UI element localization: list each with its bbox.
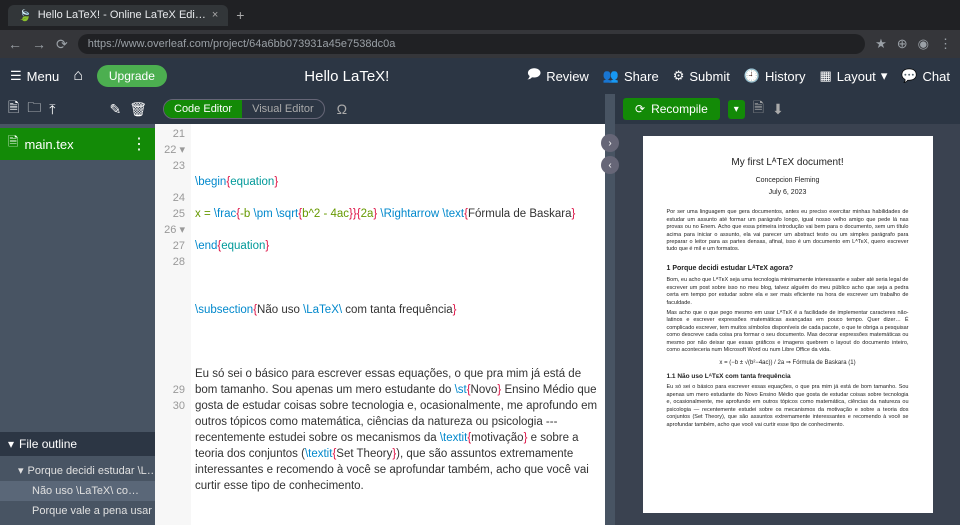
pdf-body: Bom, eu acho que LᴬTᴇX seja uma tecnolog…: [667, 277, 909, 307]
layout-icon: ▦: [819, 68, 831, 84]
file-tree: 🗎 main.tex ⋮: [0, 124, 155, 164]
share-icon: 👥: [603, 68, 619, 84]
recompile-button[interactable]: ⟳ Recompile: [623, 98, 720, 120]
pdf-subheading: 1.1 Não uso LᴬTᴇX com tanta frequência: [667, 373, 909, 382]
logs-icon[interactable]: 🗎: [753, 97, 764, 121]
address-input[interactable]: [78, 34, 865, 54]
pdf-page: My first LᴬTᴇX document! Concepcion Flem…: [643, 136, 933, 513]
file-name: main.tex: [24, 137, 73, 152]
code-editor[interactable]: 2122 ▾23242526 ▾272829303132 \begin{equa…: [155, 124, 605, 525]
forward-icon[interactable]: →: [32, 36, 46, 52]
review-button[interactable]: 🗩Review: [527, 65, 589, 87]
new-tab-button[interactable]: +: [236, 7, 244, 23]
reload-icon[interactable]: ⟳: [56, 36, 68, 53]
upgrade-button[interactable]: Upgrade: [97, 65, 167, 87]
new-folder-icon[interactable]: 🗀: [27, 97, 41, 121]
file-toolbar: 🗎 🗀 ⤒ ✎ 🗑: [0, 94, 155, 124]
url-bar: ← → ⟳ ★ ⊕ ◉ ⋮: [0, 30, 960, 58]
chevron-down-icon: ▾: [8, 437, 14, 451]
project-title[interactable]: Hello LaTeX!: [181, 68, 513, 85]
tab-title: Hello LaTeX! - Online LaTeX Edi…: [38, 9, 206, 21]
recompile-dropdown[interactable]: ▾: [728, 100, 745, 119]
submit-icon: ⚙: [673, 68, 685, 84]
pdf-viewer[interactable]: My first LᴬTᴇX document! Concepcion Flem…: [615, 124, 960, 525]
menu-icon[interactable]: ⋮: [939, 36, 952, 52]
pdf-author: Concepcion Fleming: [667, 176, 909, 185]
visual-editor-tab[interactable]: Visual Editor: [242, 100, 324, 118]
file-item-main[interactable]: 🗎 main.tex ⋮: [0, 128, 155, 160]
line-gutter: 2122 ▾23242526 ▾272829303132: [155, 124, 191, 525]
submit-button[interactable]: ⚙Submit: [673, 68, 730, 84]
collapse-left-icon[interactable]: ‹: [601, 156, 619, 174]
close-tab-icon[interactable]: ×: [212, 9, 218, 21]
chat-icon: 💬: [901, 68, 917, 84]
refresh-icon: ⟳: [635, 102, 645, 116]
pdf-title: My first LᴬTᴇX document!: [667, 156, 909, 170]
pdf-abstract: Por ser uma linguagem que gera documento…: [667, 209, 909, 254]
download-icon[interactable]: ⬇: [772, 101, 784, 118]
left-panel: 🗎 🗀 ⤒ ✎ 🗑 🗎 main.tex ⋮ ▾ File outline ▾P…: [0, 94, 155, 525]
history-button[interactable]: 🕘History: [744, 68, 806, 84]
pdf-equation: x = (−b ± √(b²−4ac)) / 2a ⇒ Fórmula de B…: [667, 359, 909, 367]
symbol-palette-icon[interactable]: Ω: [337, 101, 347, 117]
new-file-icon[interactable]: 🗎: [8, 97, 19, 121]
outline-item[interactable]: Não uso \LaTeX\ co…: [0, 481, 155, 501]
tab-favicon: 🍃: [18, 9, 32, 22]
file-icon: 🗎: [8, 133, 18, 155]
profile-icon[interactable]: ◉: [918, 36, 929, 52]
app-toolbar: ☰ Menu ⌂ Upgrade Hello LaTeX! 🗩Review 👥S…: [0, 58, 960, 94]
chat-button[interactable]: 💬Chat: [901, 68, 950, 84]
pdf-body: Eu só sei o básico para escrever essas e…: [667, 384, 909, 429]
panel-divider[interactable]: › ‹: [605, 94, 615, 525]
hamburger-icon: ☰: [10, 68, 22, 84]
pdf-heading: 1 Porque decidi estudar LᴬTᴇX agora?: [667, 264, 909, 273]
collapse-right-icon[interactable]: ›: [601, 134, 619, 152]
home-icon[interactable]: ⌂: [73, 67, 83, 85]
delete-icon[interactable]: 🗑: [129, 101, 147, 118]
menu-button[interactable]: ☰ Menu: [10, 68, 59, 84]
pdf-date: July 6, 2023: [667, 188, 909, 197]
outline-item[interactable]: ▾Porque decidi estudar \L…: [0, 460, 155, 481]
upload-icon[interactable]: ⤒: [49, 101, 55, 118]
code-editor-tab[interactable]: Code Editor: [164, 100, 242, 118]
outline-header[interactable]: ▾ File outline: [0, 432, 155, 456]
browser-tab[interactable]: 🍃 Hello LaTeX! - Online LaTeX Edi… ×: [8, 5, 228, 26]
editor-panel: Code Editor Visual Editor Ω 2122 ▾232425…: [155, 94, 605, 525]
pdf-toolbar: ⟳ Recompile ▾ 🗎 ⬇: [615, 94, 960, 124]
pdf-body: Mas acho que o que pego mesmo em usar Lᴬ…: [667, 310, 909, 355]
editor-toolbar: Code Editor Visual Editor Ω: [155, 94, 605, 124]
outline-item[interactable]: Porque vale a pena usar …: [0, 501, 155, 521]
file-menu-icon[interactable]: ⋮: [131, 134, 147, 154]
rename-icon[interactable]: ✎: [109, 101, 121, 118]
chevron-down-icon: ▾: [18, 464, 24, 477]
editor-mode-toggle: Code Editor Visual Editor: [163, 99, 325, 119]
pdf-panel: ⟳ Recompile ▾ 🗎 ⬇ My first LᴬTᴇX documen…: [615, 94, 960, 525]
share-button[interactable]: 👥Share: [603, 68, 659, 84]
extension-icon[interactable]: ⊕: [897, 36, 908, 52]
review-icon: 🗩: [527, 65, 541, 87]
browser-tab-bar: 🍃 Hello LaTeX! - Online LaTeX Edi… × +: [0, 0, 960, 30]
code-content[interactable]: \begin{equation} x = \frac{-b \pm \sqrt{…: [191, 124, 605, 525]
history-icon: 🕘: [744, 68, 760, 84]
chevron-down-icon: ▾: [881, 68, 888, 84]
layout-button[interactable]: ▦Layout ▾: [819, 68, 887, 84]
back-icon[interactable]: ←: [8, 36, 22, 52]
extension-icon[interactable]: ★: [875, 36, 887, 52]
